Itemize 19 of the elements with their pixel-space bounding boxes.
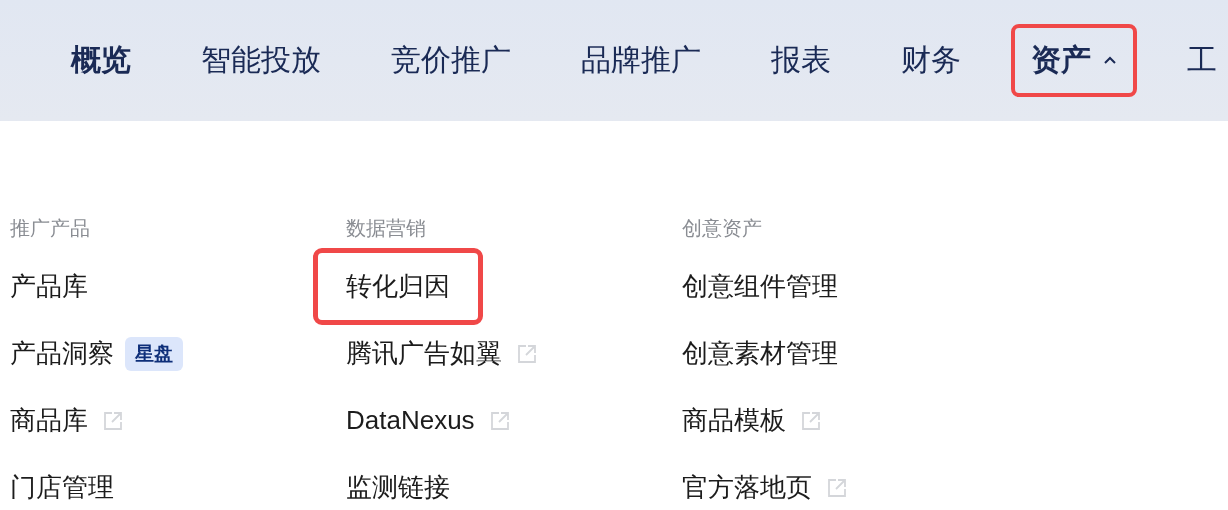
menu-link[interactable]: 转化归因 <box>313 248 483 325</box>
nav-tab[interactable]: 竞价推广 <box>371 24 531 97</box>
tag-badge: 星盘 <box>125 336 183 371</box>
external-link-icon <box>827 477 847 498</box>
external-link-icon <box>489 410 510 431</box>
nav-tab[interactable]: 资产 <box>1011 24 1137 97</box>
nav-tab[interactable]: 品牌推广 <box>561 24 721 97</box>
nav-tab[interactable]: 工 <box>1167 24 1228 97</box>
section-heading: 数据营销 <box>346 216 427 241</box>
section-heading: 推广产品 <box>10 216 91 241</box>
external-link-icon <box>103 410 123 431</box>
external-link-icon <box>801 410 821 431</box>
chevron-icon <box>1103 56 1117 65</box>
external-link-icon <box>517 343 537 364</box>
section-heading: 创意资产 <box>682 216 763 241</box>
nav-tab[interactable]: 财务 <box>881 24 981 97</box>
nav-tab[interactable]: 概览 <box>51 24 151 97</box>
nav-tab[interactable]: 报表 <box>751 24 851 97</box>
nav-tab[interactable]: 智能投放 <box>181 24 341 97</box>
